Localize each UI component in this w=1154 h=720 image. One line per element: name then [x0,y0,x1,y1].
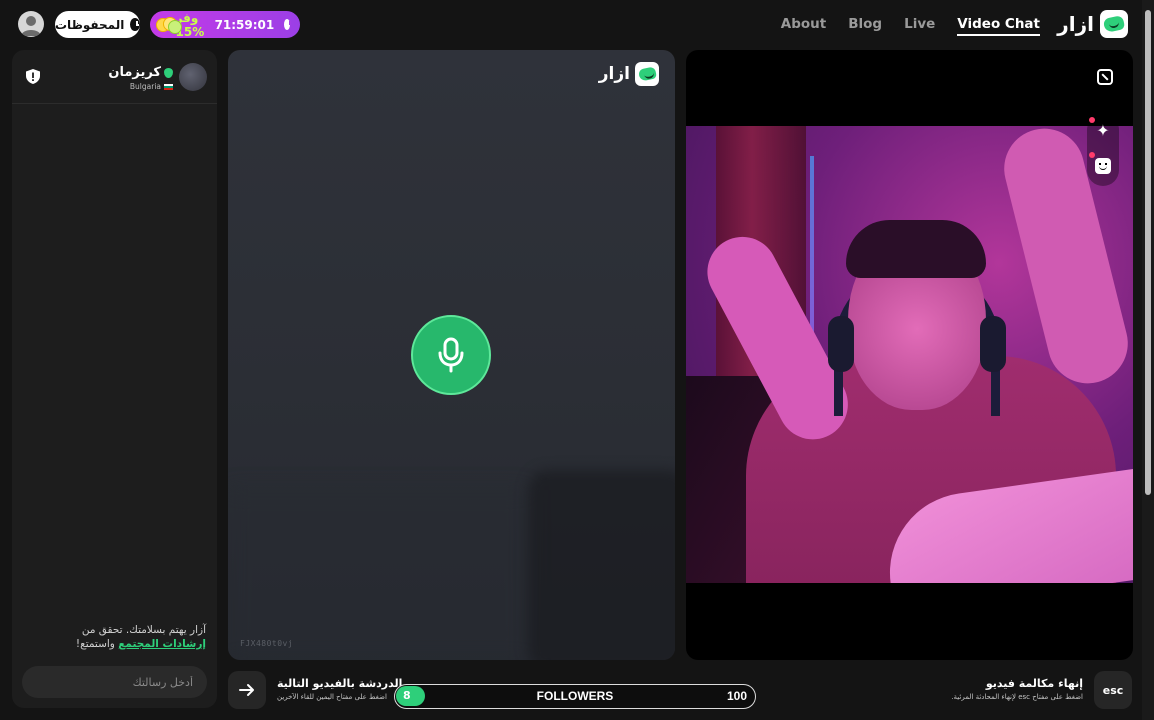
user-icon [21,16,41,36]
clock-icon [130,18,140,31]
esc-label: esc [1102,683,1124,697]
saved-label: المحفوظات [55,17,125,32]
partner-country-row: Bulgaria [130,82,173,91]
nav-blog[interactable]: Blog [848,16,882,36]
partner-name: كريزمان [108,65,161,80]
bulgaria-flag-icon [164,83,173,90]
partner-name-row: كريزمان [108,65,173,80]
main-nav: About Blog Live Video Chat [781,16,1040,36]
end-call-title: إنهاء مكالمة فيديو [985,677,1083,690]
watermark-logo-text: ازار [598,64,630,84]
session-id: FJX480t0vj [240,639,294,648]
chat-header: كريزمان Bulgaria [12,50,217,104]
nav-video-chat[interactable]: Video Chat [957,16,1040,36]
page-scrollbar[interactable] [1142,0,1154,720]
safety-suffix: واستمتع! [75,638,115,650]
next-chat-title: الدردشة بالفيديو التالية [277,677,403,690]
partner-country: Bulgaria [129,82,161,91]
saved-history-button[interactable]: المحفوظات [55,11,140,38]
scrollbar-thumb[interactable] [1145,10,1151,495]
camera-feed [686,126,1133,583]
end-call-esc-button[interactable]: esc [1094,671,1132,709]
end-call-hint: اضغط على مفتاح esc لإنهاء المحادثة المرئ… [951,693,1083,701]
video-watermark-logo: ازار [599,62,659,86]
next-chat-button[interactable] [228,671,266,709]
next-chat-hint: اضغط على مفتاح اليمين للقاء الآخرين [277,693,387,701]
watermark-logo-icon [635,62,659,86]
verified-badge-icon [164,67,173,78]
safety-notice: آزار يهتم بسلامتك. تحقق من إرشادات المجت… [36,623,206,651]
safety-text: آزار يهتم بسلامتك. تحقق من [81,624,206,636]
timer-clock-icon [284,19,291,30]
stranger-video-panel: ازار FJX480t0vj [228,50,675,660]
nav-about[interactable]: About [781,16,826,36]
azar-logo[interactable]: ازار [1057,10,1128,38]
followers-label: FOLLOWERS [536,689,614,703]
report-shield-icon[interactable] [26,69,40,84]
partner-avatar[interactable] [179,63,207,91]
sparkle-effects-icon[interactable]: ✦ [1095,123,1111,139]
top-header: المحفوظات وفر 15% 71:59:01 About Blog Li… [0,0,1154,50]
chat-panel: كريزمان Bulgaria آزار يهتم بسلامتك. تحقق… [12,50,217,708]
logo-text: ازار [1057,12,1094,36]
followers-progress-bar: 8 FOLLOWERS 100 [394,684,756,709]
self-video-panel: ✦ [686,50,1133,660]
effects-toolbar: ✦ [1087,114,1119,186]
face-filter-icon[interactable] [1095,158,1111,174]
arrow-right-icon [239,684,254,696]
microphone-icon [438,337,464,373]
stickers-notification-dot [1089,152,1095,158]
microphone-button[interactable] [411,315,491,395]
coins-icon [156,16,182,34]
community-guidelines-link[interactable]: إرشادات المجتمع [118,638,206,650]
nav-live[interactable]: Live [904,16,935,36]
exit-fullscreen-icon[interactable] [1097,69,1113,85]
followers-goal: 100 [726,689,747,703]
azar-logo-icon [1100,10,1128,38]
promo-timer: 71:59:01 [214,17,275,32]
promo-offer-button[interactable]: وفر 15% 71:59:01 [150,11,300,39]
profile-avatar-button[interactable] [18,11,44,37]
message-input[interactable] [22,666,207,698]
